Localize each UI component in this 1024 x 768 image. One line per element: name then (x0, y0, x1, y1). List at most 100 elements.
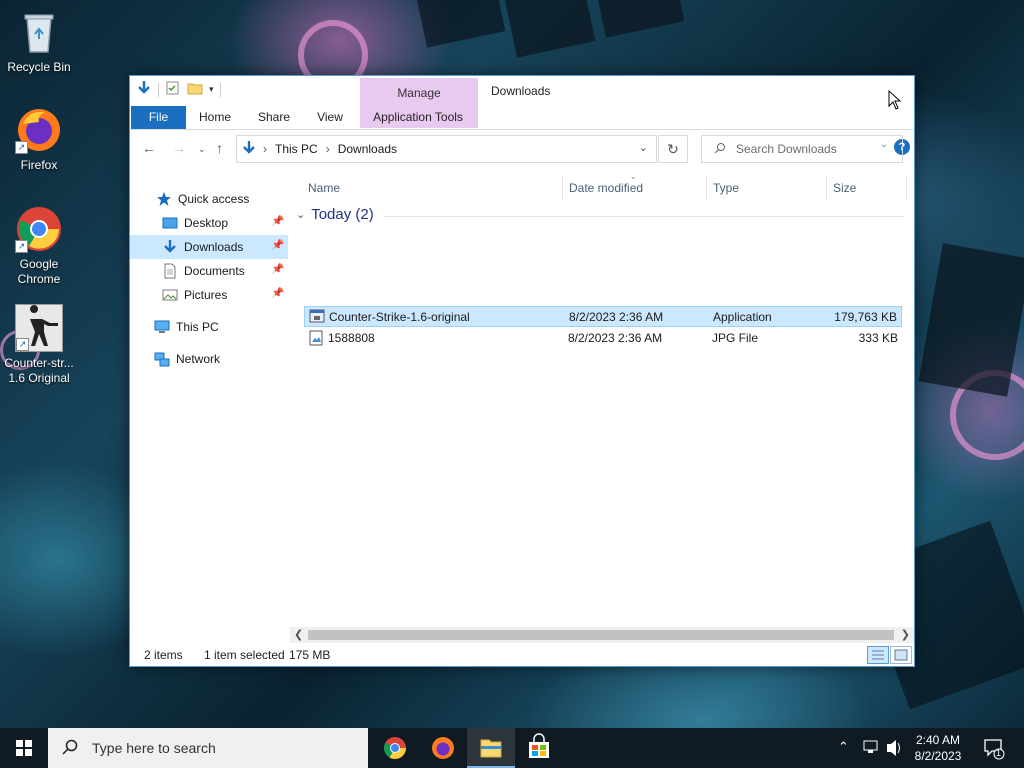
windows-logo-icon (16, 740, 32, 756)
sidebar-item-label: Documents (184, 264, 245, 278)
properties-icon[interactable] (165, 80, 181, 99)
network-status-icon[interactable] (862, 728, 880, 768)
application-icon (309, 308, 325, 327)
customize-toolbar-chevron-icon[interactable]: ▾ (209, 84, 214, 95)
sidebar-item-desktop[interactable]: Desktop 📌 (130, 211, 288, 235)
image-file-icon (309, 330, 323, 349)
group-header-today[interactable]: ⌄ Today (2) (296, 206, 374, 223)
column-header-date-modified[interactable]: Date modified (569, 176, 643, 200)
title-bar[interactable]: ▾ Manage Downloads (130, 76, 914, 128)
tab-share[interactable]: Share (250, 106, 298, 129)
pin-icon[interactable]: 📌 (272, 288, 284, 299)
breadcrumb-separator-icon: › (325, 142, 330, 156)
column-header-type[interactable]: Type (713, 176, 739, 200)
tab-file[interactable]: File (131, 106, 186, 129)
desktop-icon-label: Firefox (20, 158, 58, 172)
sidebar-item-network[interactable]: Network (130, 347, 288, 371)
notification-icon (984, 739, 1005, 760)
divider (158, 82, 159, 97)
refresh-icon: ↻ (667, 141, 679, 157)
divider (130, 129, 914, 130)
taskbar-file-explorer[interactable] (467, 728, 515, 768)
large-icons-view-icon (894, 649, 908, 661)
desktop-icon-label: Recycle Bin (7, 60, 71, 74)
details-view-icon (872, 650, 884, 660)
sidebar-item-downloads[interactable]: Downloads 📌 (130, 235, 288, 259)
sidebar-item-this-pc[interactable]: This PC (130, 315, 288, 339)
scroll-right-arrow-icon[interactable]: ❯ (901, 628, 910, 641)
pictures-icon (162, 287, 178, 303)
file-size: 179,763 KB (834, 310, 897, 324)
tab-home[interactable]: Home (192, 106, 238, 129)
column-header-size[interactable]: Size (833, 176, 856, 200)
tab-view[interactable]: View (308, 106, 352, 129)
address-bar[interactable]: › This PC › Downloads ⌄ (236, 135, 657, 163)
document-icon (162, 263, 178, 279)
tab-application-tools[interactable]: Application Tools (362, 106, 474, 129)
shortcut-arrow-icon: ↗ (16, 338, 29, 351)
start-button[interactable] (0, 728, 48, 768)
details-view-button[interactable] (867, 646, 889, 664)
volume-icon[interactable] (885, 728, 903, 768)
recent-locations-chevron-icon[interactable]: ⌄ (198, 144, 206, 155)
pin-icon[interactable]: 📌 (272, 216, 284, 227)
address-dropdown-chevron-icon[interactable]: ⌄ (639, 141, 648, 154)
sidebar-item-pictures[interactable]: Pictures 📌 (130, 283, 288, 307)
star-icon (156, 191, 172, 207)
file-date: 8/2/2023 2:36 AM (569, 310, 664, 324)
search-input[interactable]: Search Downloads (701, 135, 903, 163)
divider (906, 176, 907, 200)
breadcrumb-downloads[interactable]: Downloads (338, 142, 397, 156)
scrollbar-thumb[interactable] (308, 630, 894, 640)
shortcut-arrow-icon: ↗ (15, 240, 28, 253)
group-label: Today (2) (311, 206, 374, 223)
download-arrow-icon (136, 80, 152, 99)
item-count: 2 items (144, 648, 183, 662)
search-icon (714, 142, 726, 157)
pin-icon[interactable]: 📌 (272, 240, 284, 251)
pin-icon[interactable]: 📌 (272, 264, 284, 275)
new-folder-icon[interactable] (187, 80, 203, 99)
file-explorer-window[interactable]: ▾ Manage Downloads File Home Share View … (129, 75, 915, 667)
file-list[interactable]: Name ⌄ Date modified Type Size ⌄ Today (… (290, 172, 914, 642)
large-icons-view-button[interactable] (890, 646, 912, 664)
desktop-folder-icon (162, 215, 178, 231)
desktop-icon-label: Counter-str... 1.6 Original (4, 356, 74, 385)
refresh-button[interactable]: ↻ (658, 135, 688, 163)
table-row[interactable]: Counter-Strike-1.6-original 8/2/2023 2:3… (304, 306, 902, 327)
taskbar-chrome[interactable] (371, 728, 419, 768)
selection-count: 1 item selected (204, 648, 285, 662)
collapse-chevron-icon[interactable]: ⌄ (296, 208, 305, 221)
search-placeholder: Search Downloads (736, 142, 837, 156)
divider (706, 176, 707, 200)
divider (826, 176, 827, 200)
chrome-icon (384, 737, 406, 759)
taskbar-firefox[interactable] (419, 728, 467, 768)
desktop-icon-counter-strike[interactable]: ↗ Counter-str... 1.6 Original (1, 304, 77, 386)
desktop-icon-recycle-bin[interactable]: Recycle Bin (1, 8, 77, 75)
table-row[interactable]: 1588808 8/2/2023 2:36 AM JPG File 333 KB (304, 328, 902, 349)
column-header-name[interactable]: Name (308, 176, 340, 200)
sidebar-item-label: Downloads (184, 240, 244, 254)
quick-access-toolbar: ▾ (136, 80, 221, 99)
horizontal-scrollbar[interactable]: ❮ ❯ (290, 627, 914, 643)
back-arrow-icon[interactable]: ← (142, 140, 156, 156)
ribbon-tabs: File Home Share View Application Tools ⌄… (130, 106, 914, 155)
sidebar-item-documents[interactable]: Documents 📌 (130, 259, 288, 283)
taskbar-search-placeholder: Type here to search (92, 740, 216, 756)
taskbar-store[interactable] (515, 728, 563, 768)
forward-arrow-icon[interactable]: → (172, 140, 186, 156)
sidebar-item-quick-access[interactable]: Quick access (130, 187, 288, 211)
selection-size: 175 MB (289, 648, 331, 662)
firefox-icon (432, 737, 454, 759)
scroll-left-arrow-icon[interactable]: ❮ (294, 628, 303, 641)
address-row: ← → ⌄ ↑ › This PC › Downloads ⌄ ↻ Search… (130, 132, 914, 166)
action-center-button[interactable]: 1 (982, 728, 1006, 768)
desktop-icon-chrome[interactable]: ↗ Google Chrome (1, 205, 77, 287)
breadcrumb-this-pc[interactable]: This PC (275, 142, 318, 156)
taskbar-search-input[interactable]: Type here to search (48, 728, 368, 768)
up-arrow-icon[interactable]: ↑ (216, 140, 223, 156)
wallpaper-shape (504, 0, 596, 58)
taskbar-clock[interactable]: 2:40 AM 8/2/2023 (908, 732, 968, 764)
desktop-icon-firefox[interactable]: ↗ Firefox (1, 106, 77, 173)
